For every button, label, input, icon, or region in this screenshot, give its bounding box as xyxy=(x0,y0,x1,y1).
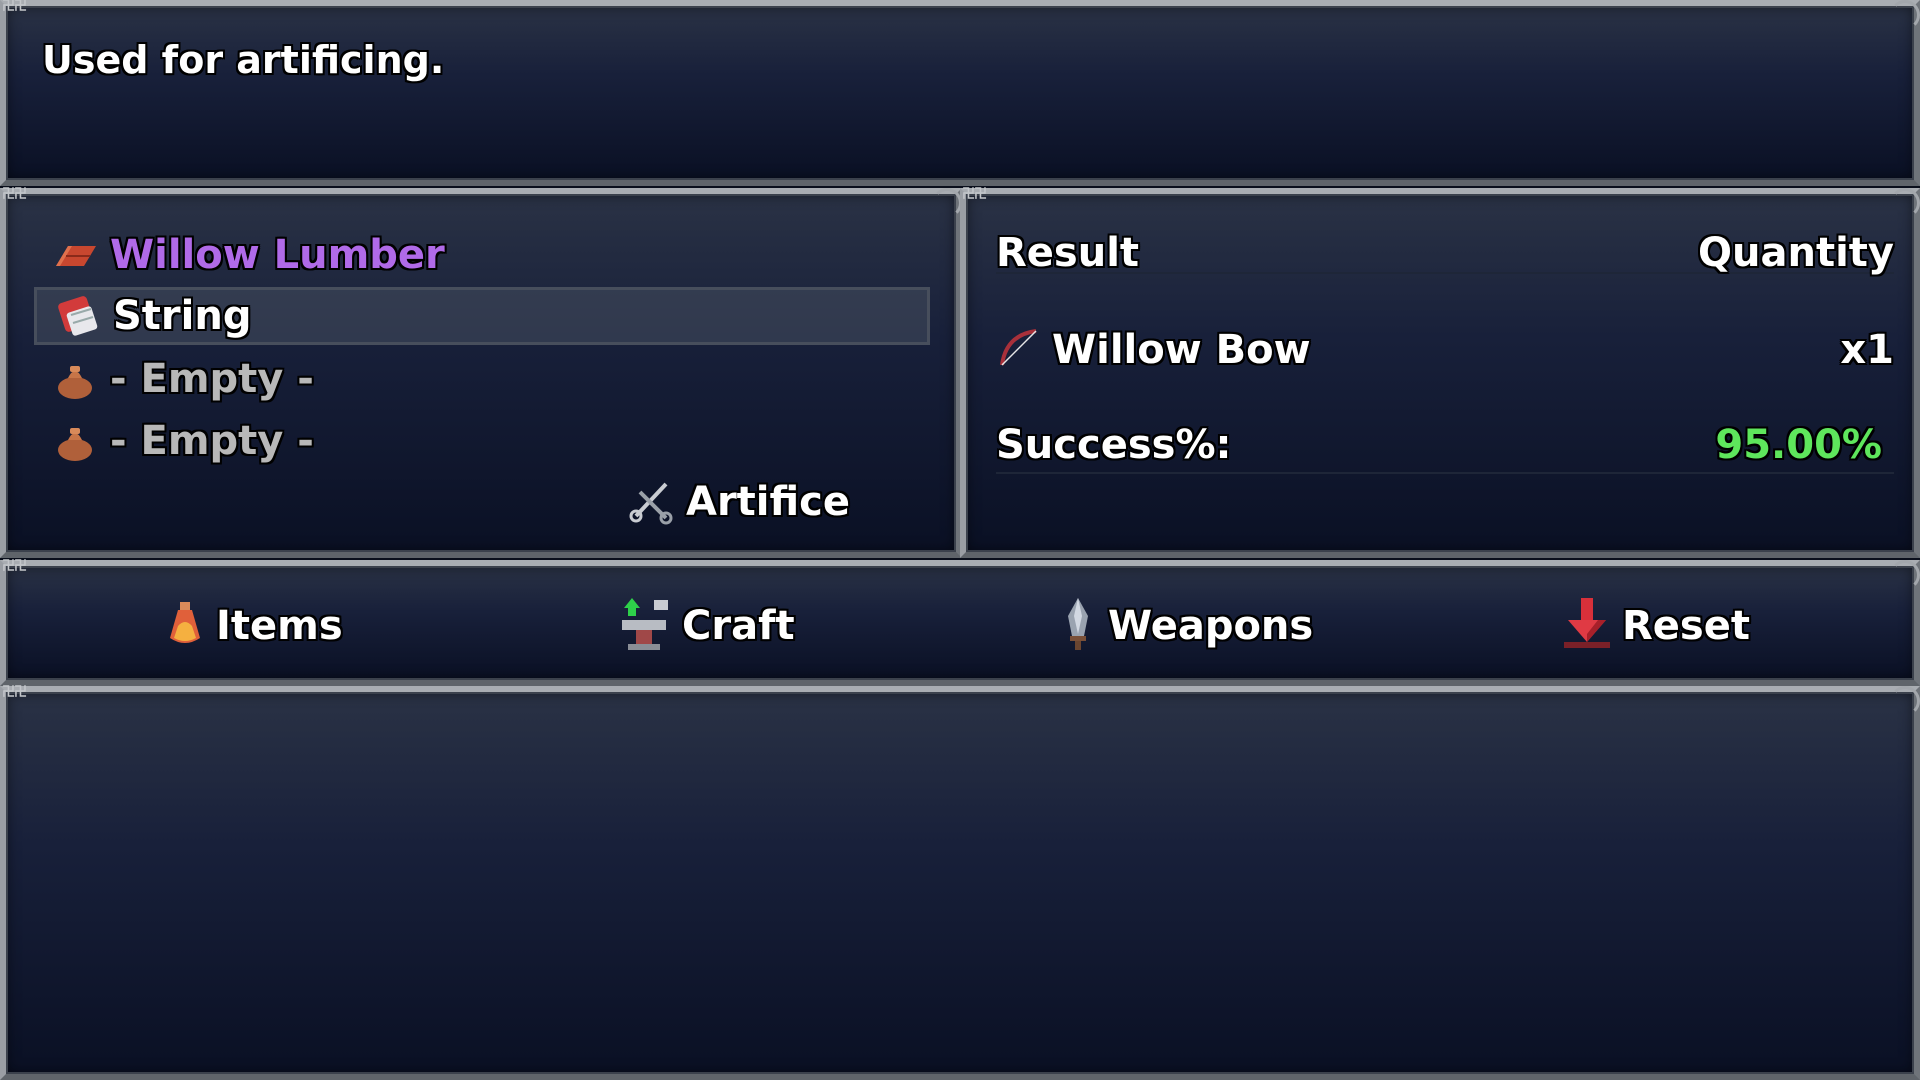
result-item-row: Willow Bow x1 xyxy=(996,322,1894,378)
result-column-label: Result xyxy=(996,230,1140,276)
command-bar: 卍卍 Items Craft Weapons Reset xyxy=(0,560,1920,686)
artifice-button[interactable]: Artifice xyxy=(626,474,850,530)
artifice-screen: 卍卍 Used for artificing. 卍卍 Willow Lumber xyxy=(0,0,1920,1080)
ingredient-label: - Empty - xyxy=(110,356,314,402)
ingredient-slot-2[interactable]: String xyxy=(34,287,930,345)
ingredient-list-window: 卍卍 Willow Lumber String - Empty - - Empt… xyxy=(0,188,962,558)
pouch-icon xyxy=(50,354,100,404)
string-icon xyxy=(53,291,103,341)
success-value: 95.00% xyxy=(1715,422,1882,468)
result-header: Result Quantity xyxy=(996,230,1894,276)
craft-label: Craft xyxy=(682,603,795,649)
ingredient-label: - Empty - xyxy=(110,418,314,464)
tools-icon xyxy=(626,474,678,530)
item-list-window: 卍卍 xyxy=(0,686,1920,1080)
items-label: Items xyxy=(216,603,343,649)
quantity-column-label: Quantity xyxy=(1698,230,1894,276)
ingredient-label: Willow Lumber xyxy=(110,232,445,278)
success-rate-row: Success%: 95.00% xyxy=(996,422,1894,474)
result-window: 卍卍 Result Quantity Willow Bow x1 Success… xyxy=(960,188,1920,558)
pouch-icon xyxy=(50,416,100,466)
lumber-icon xyxy=(50,230,100,280)
ingredient-slot-4[interactable]: - Empty - xyxy=(34,412,930,470)
craft-command[interactable]: Craft xyxy=(618,596,795,656)
item-description: Used for artificing. xyxy=(42,38,445,82)
ingredient-slot-1[interactable]: Willow Lumber xyxy=(34,226,930,284)
artifice-label: Artifice xyxy=(686,479,851,525)
weapons-command[interactable]: Weapons xyxy=(1058,596,1313,656)
reset-label: Reset xyxy=(1622,603,1750,649)
reset-arrow-icon xyxy=(1562,596,1612,656)
weapon-icon xyxy=(1058,596,1098,656)
description-window: 卍卍 Used for artificing. xyxy=(0,0,1920,186)
bow-icon xyxy=(996,325,1042,375)
items-command[interactable]: Items xyxy=(164,596,343,656)
ingredient-label: String xyxy=(113,293,252,339)
result-quantity: x1 xyxy=(1840,327,1894,373)
reset-command[interactable]: Reset xyxy=(1562,596,1750,656)
result-item-name: Willow Bow xyxy=(1052,327,1311,373)
success-label: Success%: xyxy=(996,422,1232,468)
weapons-label: Weapons xyxy=(1108,603,1314,649)
craft-icon xyxy=(618,596,672,656)
potion-icon xyxy=(164,600,206,652)
ingredient-slot-3[interactable]: - Empty - xyxy=(34,350,930,408)
